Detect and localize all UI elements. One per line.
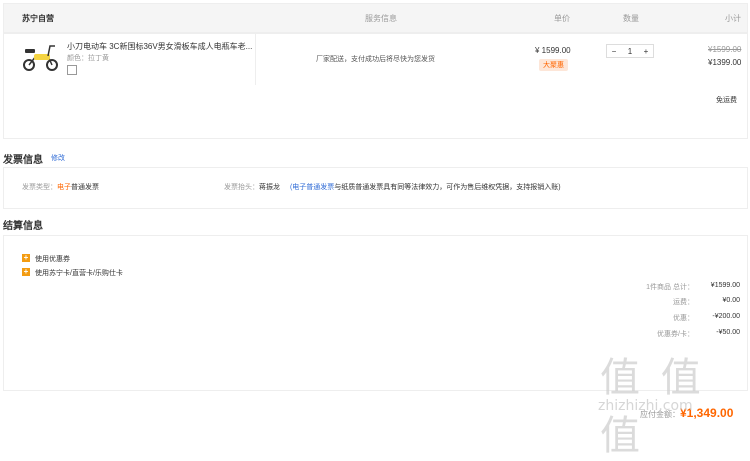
divider [255, 33, 256, 85]
qty-input[interactable]: 1 [623, 47, 637, 56]
use-card-toggle[interactable]: 使用苏宁卡/直营卡/乐购仕卡 [35, 268, 123, 278]
settlement-section-title: 结算信息 [3, 221, 43, 232]
invoice-type: 发票类型：电子普通发票 [22, 184, 99, 191]
summary-row: 优惠： -¥200.00 [673, 313, 740, 322]
quantity-stepper: − 1 + [606, 44, 654, 58]
subtotal-original: ¥1599.00 [708, 45, 742, 54]
invoice-section-title: 发票信息 [3, 155, 43, 166]
col-price: 单价 [554, 14, 570, 23]
col-service: 服务信息 [365, 14, 397, 23]
product-title[interactable]: 小刀电动车 3C新国标36V男女滑板车成人电瓶车老... [67, 41, 252, 52]
product-color: 颜色：拉丁黄 [67, 55, 109, 62]
service-badge-icon [67, 65, 77, 75]
invoice-head: 发票抬头：蒋振龙 (电子普通发票与纸质普通发票具有同等法律效力，可作为售后维权凭… [224, 184, 561, 191]
unit-price: ¥ 1599.00 [535, 46, 571, 55]
watermark-site: zhizhizhi.com [598, 398, 693, 414]
summary-row: 1件商品 总计： ¥1599.00 [646, 282, 740, 291]
col-subtotal: 小计 [725, 14, 741, 23]
use-coupon-toggle[interactable]: 使用优惠券 [35, 254, 70, 264]
promo-tag: 大聚惠 [539, 59, 568, 71]
col-quantity: 数量 [623, 14, 639, 23]
invoice-edit-link[interactable]: 修改 [51, 153, 65, 163]
store-name[interactable]: 苏宁自营 [22, 13, 54, 24]
service-info: 厂家配送，支付成功后将尽快为您发货 [316, 56, 435, 63]
qty-plus-button[interactable]: + [639, 47, 653, 56]
expand-plus-icon[interactable]: + [22, 254, 30, 262]
subtotal-final: ¥1399.00 [708, 58, 742, 67]
scooter-thumbnail[interactable] [22, 42, 60, 72]
qty-minus-button[interactable]: − [607, 47, 621, 56]
invoice-note-link[interactable]: (电子普通发票 [290, 184, 334, 191]
summary-row: 运费： ¥0.00 [673, 297, 740, 306]
summary-row: 优惠券/卡： -¥50.00 [657, 329, 740, 338]
shipping-fee: 免运费 [716, 97, 737, 104]
expand-plus-icon[interactable]: + [22, 268, 30, 276]
